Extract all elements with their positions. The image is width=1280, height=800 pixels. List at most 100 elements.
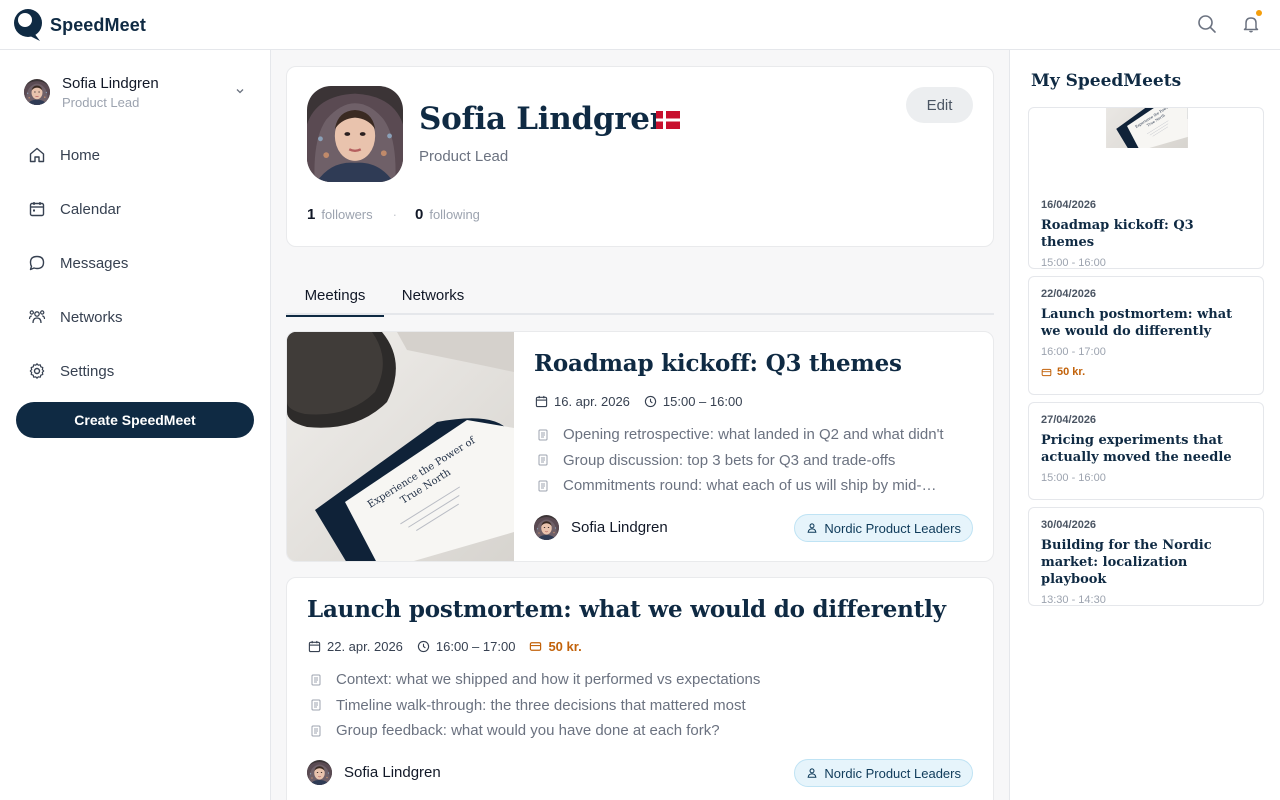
brand[interactable]: SpeedMeet (12, 8, 146, 42)
tab-meetings[interactable]: Meetings (286, 276, 384, 317)
meeting-date: 16. apr. 2026 (554, 394, 630, 409)
agenda-item: Context: what we shipped and how it perf… (310, 667, 970, 693)
sidebar-item-label: Networks (60, 308, 123, 326)
following-label[interactable]: following (429, 207, 480, 222)
speedmeet-title: Pricing experiments that actually moved … (1041, 433, 1232, 465)
avatar (307, 760, 332, 785)
document-icon (537, 429, 549, 441)
meeting-agenda: Opening retrospective: what landed in Q2… (537, 422, 973, 499)
clock-icon (644, 395, 657, 408)
host-name: Sofia Lindgren (344, 764, 441, 781)
meeting-title[interactable]: Roadmap kickoff: Q3 themes (534, 350, 902, 377)
profile-name: Sofia Lindgren (419, 101, 672, 137)
speedmeet-title: Building for the Nordic market: localiza… (1041, 538, 1212, 587)
person-icon (806, 522, 818, 534)
speedmeet-time: 13:30 - 14:30 (1041, 594, 1106, 606)
app-name: SpeedMeet (50, 14, 146, 35)
panel-title: My SpeedMeets (1031, 71, 1182, 91)
speedmeet-date: 27/04/2026 (1041, 414, 1097, 426)
speedmeet-price: 50 kr. (1041, 366, 1251, 378)
meeting-card[interactable]: Roadmap kickoff: Q3 themes 16. apr. 2026… (286, 331, 994, 562)
sidebar-nav: Home Calendar Messages Networks Settings (16, 128, 254, 398)
sidebar-item-label: Home (60, 146, 101, 164)
speedmeet-thumbnail (1029, 108, 1264, 188)
avatar (534, 515, 559, 540)
chevron-down-icon (236, 89, 244, 94)
meeting-meta: 16. apr. 2026 15:00 – 16:00 (535, 394, 756, 409)
profile-card: Sofia Lindgren Product Lead Edit 1 follo… (286, 66, 994, 247)
gear-icon (28, 362, 46, 380)
meeting-title[interactable]: Launch postmortem: what we would do diff… (307, 596, 946, 623)
meeting-host[interactable]: Sofia Lindgren (307, 760, 441, 785)
speedmeet-title: Roadmap kickoff: Q3 themes (1041, 218, 1194, 250)
speedmeet-time: 15:00 - 16:00 (1041, 257, 1106, 269)
person-icon (806, 767, 818, 779)
document-icon (537, 480, 549, 492)
meeting-price: 50 kr. (548, 639, 582, 654)
speedmeet-card[interactable]: 27/04/2026 Pricing experiments that actu… (1028, 402, 1264, 500)
meeting-card[interactable]: Launch postmortem: what we would do diff… (286, 577, 994, 800)
ticket-icon (529, 640, 542, 653)
speedmeet-date: 16/04/2026 (1041, 199, 1097, 211)
bell-icon[interactable] (1239, 10, 1263, 36)
create-speedmeet-button[interactable]: Create SpeedMeet (16, 402, 254, 438)
followers-label[interactable]: followers (321, 207, 372, 222)
sidebar-item-label: Calendar (60, 200, 121, 218)
my-speedmeets-panel: My SpeedMeets 16/04/2026 Roadmap kickoff… (1009, 50, 1280, 800)
sidebar-user-name: Sofia Lindgren (62, 74, 159, 92)
agenda-item: Timeline walk-through: the three decisio… (310, 693, 970, 719)
calendar-icon (535, 395, 548, 408)
meeting-time: 16:00 – 17:00 (435, 639, 516, 654)
profile-photo (307, 86, 403, 182)
sidebar-user-role: Product Lead (62, 94, 140, 110)
notification-dot (1256, 10, 1262, 16)
agenda-item: Group feedback: what would you have done… (310, 718, 970, 744)
sidebar-item-home[interactable]: Home (16, 128, 254, 182)
stats-separator: · (392, 207, 397, 222)
agenda-item: Commitments round: what each of us will … (537, 473, 973, 499)
agenda-item: Opening retrospective: what landed in Q2… (537, 422, 973, 448)
message-icon (28, 254, 46, 272)
profile-role: Product Lead (419, 148, 509, 165)
search-icon[interactable] (1195, 12, 1219, 36)
edit-profile-button[interactable]: Edit (906, 87, 973, 123)
clock-icon (417, 640, 430, 653)
avatar (24, 79, 50, 105)
main-content: Sofia Lindgren Product Lead Edit 1 follo… (271, 50, 1009, 800)
account-switcher[interactable]: Sofia Lindgren Product Lead (24, 72, 250, 112)
speedmeet-time: 16:00 - 17:00 (1041, 346, 1106, 358)
speedmeet-card[interactable]: 22/04/2026 Launch postmortem: what we wo… (1028, 276, 1264, 395)
meeting-date: 22. apr. 2026 (327, 639, 403, 654)
meeting-meta: 22. apr. 2026 16:00 – 17:00 50 kr. (308, 639, 596, 654)
network-badge[interactable]: Nordic Product Leaders (794, 514, 973, 542)
speedmeet-title: Launch postmortem: what we would do diff… (1041, 307, 1233, 339)
followers-count: 1 (307, 206, 316, 223)
speedmeet-card[interactable]: 16/04/2026 Roadmap kickoff: Q3 themes 15… (1028, 107, 1264, 269)
denmark-flag-icon (656, 111, 680, 129)
sidebar-item-messages[interactable]: Messages (16, 236, 254, 290)
profile-tabs: Meetings Networks (286, 276, 994, 317)
document-icon (537, 454, 549, 466)
sidebar-item-label: Messages (60, 254, 129, 272)
sidebar-item-label: Settings (60, 362, 115, 380)
calendar-icon (308, 640, 321, 653)
tab-networks[interactable]: Networks (390, 276, 476, 315)
document-icon (310, 725, 322, 737)
top-bar: SpeedMeet (0, 0, 1280, 50)
speedmeet-logo-icon (14, 9, 42, 41)
following-count: 0 (414, 206, 424, 223)
meeting-image (287, 332, 514, 562)
speedmeet-card[interactable]: 30/04/2026 Building for the Nordic marke… (1028, 507, 1264, 606)
sidebar-item-calendar[interactable]: Calendar (16, 182, 254, 236)
calendar-icon (28, 200, 46, 218)
host-name: Sofia Lindgren (571, 519, 668, 536)
speedmeet-time: 15:00 - 16:00 (1041, 472, 1106, 484)
network-badge[interactable]: Nordic Product Leaders (794, 759, 973, 787)
meeting-time: 15:00 – 16:00 (662, 394, 743, 409)
meeting-host[interactable]: Sofia Lindgren (534, 515, 668, 540)
networks-icon (28, 308, 46, 326)
sidebar-item-settings[interactable]: Settings (16, 344, 254, 398)
home-icon (28, 146, 46, 164)
document-icon (310, 674, 322, 686)
sidebar-item-networks[interactable]: Networks (16, 290, 254, 344)
